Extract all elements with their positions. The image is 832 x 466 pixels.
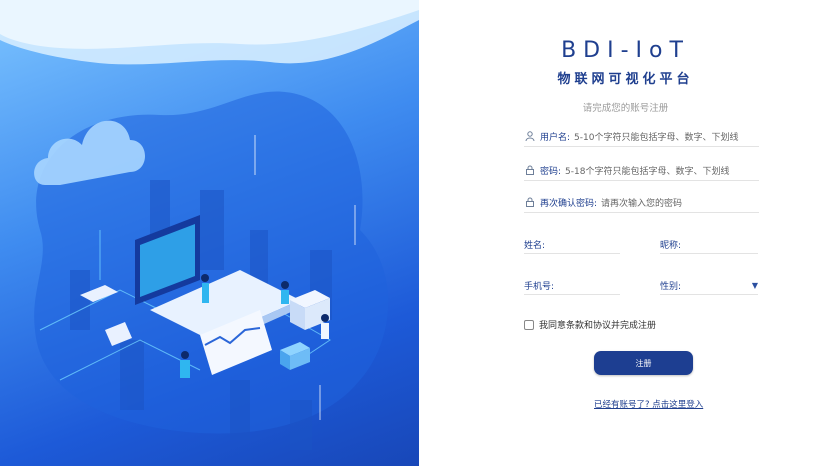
agree-terms[interactable]: 我同意条款和协议并完成注册: [524, 318, 656, 331]
nickname-label: 昵称:: [660, 240, 682, 251]
nickname-field[interactable]: 昵称:: [660, 235, 758, 254]
phone-label: 手机号:: [524, 281, 555, 292]
hero-illustration: [0, 0, 419, 466]
user-icon: [524, 130, 536, 142]
name-label: 姓名:: [524, 240, 546, 251]
register-panel: BDI-IoT 物联网可视化平台 请完成您的账号注册 用户名: 5-10个字符只…: [419, 0, 832, 466]
login-link[interactable]: 已经有账号了? 点击这里登入: [594, 398, 703, 410]
agree-checkbox[interactable]: [524, 319, 534, 330]
password-input[interactable]: 5-18个字符只能包括字母、数字、下划线: [565, 164, 729, 177]
name-field[interactable]: 姓名:: [524, 235, 620, 254]
gender-select[interactable]: 性别: ▼: [660, 276, 758, 295]
confirm-password-field[interactable]: 再次确认密码: 请再次输入您的密码: [524, 192, 759, 213]
phone-field[interactable]: 手机号:: [524, 276, 620, 295]
register-hint: 请完成您的账号注册: [582, 103, 669, 114]
agree-label: 我同意条款和协议并完成注册: [539, 321, 657, 331]
lock-icon: [524, 196, 536, 208]
register-page: BDI-IoT 物联网可视化平台 请完成您的账号注册 用户名: 5-10个字符只…: [0, 0, 832, 466]
lock-icon: [524, 164, 536, 176]
chevron-down-icon: ▼: [751, 280, 758, 290]
brand-title: BDI-IoT: [561, 38, 690, 63]
password-label: 密码:: [540, 166, 562, 177]
confirm-password-input[interactable]: 请再次输入您的密码: [601, 196, 682, 209]
username-input[interactable]: 5-10个字符只能包括字母、数字、下划线: [574, 130, 738, 143]
username-field[interactable]: 用户名: 5-10个字符只能包括字母、数字、下划线: [524, 126, 759, 147]
password-field[interactable]: 密码: 5-18个字符只能包括字母、数字、下划线: [524, 160, 759, 181]
username-label: 用户名:: [540, 132, 571, 143]
register-button[interactable]: 注册: [594, 351, 693, 375]
isometric-iot-illustration: [0, 0, 419, 450]
confirm-password-label: 再次确认密码:: [540, 198, 598, 209]
brand-subtitle: 物联网可视化平台: [557, 72, 694, 87]
gender-label: 性别:: [660, 281, 682, 292]
